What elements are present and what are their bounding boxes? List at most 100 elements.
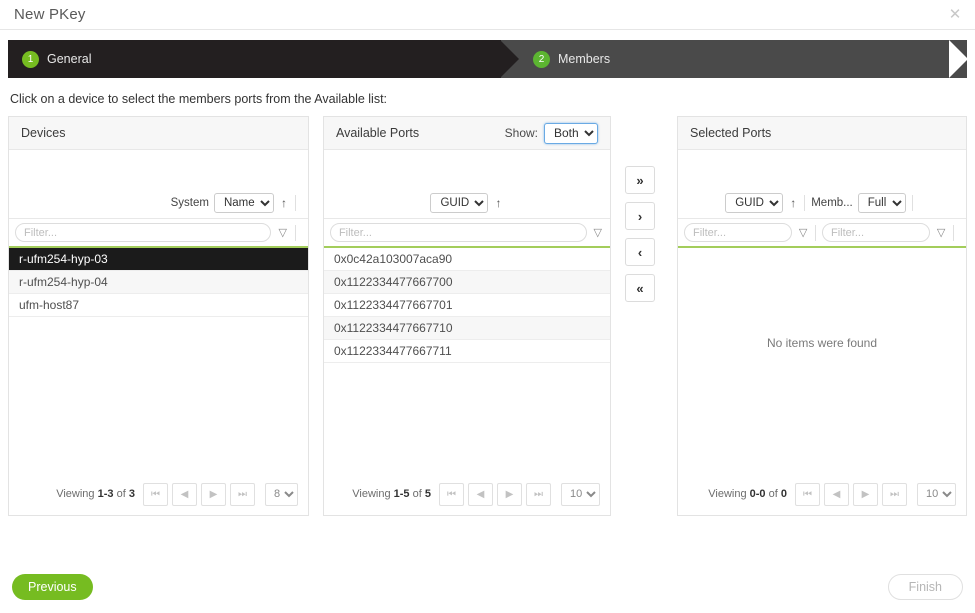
move-right-button[interactable]: › [625,202,655,230]
selected-sort-direction-icon[interactable]: ↑ [788,196,798,210]
available-panel-header: Available Ports Show: Both [324,117,610,150]
transfer-button-group: » › ‹ « [625,116,663,302]
funnel-icon[interactable]: ▽ [799,226,807,239]
transfer-panels: Devices System Name ↑ ▽ [0,116,975,516]
show-filter-select[interactable]: Both [544,123,598,144]
membership-column-label: Memb... [811,197,853,209]
close-icon[interactable]: ✕ [947,7,963,23]
available-viewing-text: Viewing 1-5 of 5 [352,488,431,500]
last-page-button[interactable]: ⏭ [882,483,907,506]
prev-page-button[interactable]: ◀ [172,483,197,506]
first-page-button[interactable]: ⏮ [795,483,820,506]
grid-top-spacer [678,150,966,192]
devices-panel-header: Devices [9,117,308,150]
selected-viewing-total: 0 [781,488,787,500]
devices-viewing-total: 3 [129,488,135,500]
move-all-left-button[interactable]: « [625,274,655,302]
column-divider [295,195,296,211]
table-row[interactable]: ufm-host87 [9,294,308,317]
devices-column-header: System Name ↑ [9,192,308,218]
grid-top-spacer [9,150,308,192]
previous-button[interactable]: Previous [12,574,93,600]
selected-pager: Viewing 0-0 of 0 ⏮ ◀ ▶ ⏭ 10 [678,473,966,515]
move-left-button[interactable]: ‹ [625,238,655,266]
page-title: New PKey [14,6,86,23]
selected-column-header: GUID ↑ Memb... Full [678,192,966,218]
devices-viewing-text: Viewing 1-3 of 3 [56,488,135,500]
first-page-button[interactable]: ⏮ [439,483,464,506]
move-all-right-button[interactable]: » [625,166,655,194]
selected-membership-filter-input[interactable] [822,223,930,242]
funnel-icon[interactable]: ▽ [278,226,286,239]
selected-grid: GUID ↑ Memb... Full ▽ [678,150,966,473]
instruction-text: Click on a device to select the members … [10,92,975,106]
wizard-steps: 1 General 2 Members [8,40,967,78]
devices-panel-title: Devices [21,126,65,140]
selected-guid-filter-input[interactable] [684,223,792,242]
available-column-header: GUID ↑ [324,192,610,218]
available-viewing-range: 1-5 [394,488,410,500]
table-row[interactable]: r-ufm254-hyp-04 [9,271,308,294]
available-row-list: 0x0c42a103007aca90 0x1122334477667700 0x… [324,248,610,473]
available-sort-select[interactable]: GUID [430,193,488,213]
selected-guid-sort-select[interactable]: GUID [725,193,783,213]
devices-panel: Devices System Name ↑ ▽ [8,116,309,516]
last-page-button[interactable]: ⏭ [526,483,551,506]
step-number-badge: 1 [22,51,39,68]
column-divider [815,225,816,241]
funnel-icon[interactable]: ▽ [594,226,602,239]
available-filter-input[interactable] [330,223,587,242]
table-row[interactable]: 0x1122334477667710 [324,317,610,340]
next-page-button[interactable]: ▶ [201,483,226,506]
dialog-titlebar: New PKey ✕ [0,0,975,30]
column-divider [912,195,913,211]
dialog-footer: Previous Finish [0,561,975,613]
wizard-step-label: Members [558,52,610,66]
membership-select[interactable]: Full [858,193,906,213]
table-row[interactable]: r-ufm254-hyp-03 [9,248,308,271]
next-page-button[interactable]: ▶ [853,483,878,506]
devices-column-label: System [171,197,209,209]
column-divider [295,225,296,241]
table-row[interactable]: 0x1122334477667701 [324,294,610,317]
prev-page-button[interactable]: ◀ [824,483,849,506]
available-sort-direction-icon[interactable]: ↑ [493,196,503,210]
available-panel-title: Available Ports [336,126,419,140]
devices-page-size-select[interactable]: 8 [265,483,298,506]
wizard-step-label: General [47,52,91,66]
available-page-size-select[interactable]: 10 [561,483,600,506]
selected-ports-panel: Selected Ports GUID ↑ Memb... Full [677,116,967,516]
table-row[interactable]: 0x1122334477667700 [324,271,610,294]
selected-page-size-select[interactable]: 10 [917,483,956,506]
available-filter-row: ▽ [324,218,610,246]
available-viewing-total: 5 [425,488,431,500]
devices-row-list: r-ufm254-hyp-03 r-ufm254-hyp-04 ufm-host… [9,248,308,473]
wizard-step-general[interactable]: 1 General [8,40,501,78]
selected-panel-title: Selected Ports [690,126,771,140]
available-ports-panel: Available Ports Show: Both GUID ↑ [323,116,611,516]
grid-top-spacer [324,150,610,192]
last-page-button[interactable]: ⏭ [230,483,255,506]
next-page-button[interactable]: ▶ [497,483,522,506]
devices-sort-direction-icon[interactable]: ↑ [279,196,289,210]
table-row[interactable]: 0x1122334477667711 [324,340,610,363]
devices-sort-select[interactable]: Name [214,193,274,213]
devices-grid: System Name ↑ ▽ r-ufm254-hyp-03 r-ufm25 [9,150,308,473]
devices-viewing-range: 1-3 [98,488,114,500]
wizard-step-members[interactable]: 2 Members [501,40,967,78]
selected-panel-header: Selected Ports [678,117,966,150]
column-divider [804,195,805,211]
funnel-icon[interactable]: ▽ [937,226,945,239]
prev-page-button[interactable]: ◀ [468,483,493,506]
finish-button[interactable]: Finish [888,574,963,600]
available-grid: GUID ↑ ▽ 0x0c42a103007aca90 0x1122334477… [324,150,610,473]
empty-state-message: No items were found [678,336,966,350]
first-page-button[interactable]: ⏮ [143,483,168,506]
table-row[interactable]: 0x0c42a103007aca90 [324,248,610,271]
selected-filter-row: ▽ ▽ [678,218,966,246]
selected-viewing-text: Viewing 0-0 of 0 [708,488,787,500]
show-filter-label: Show: [505,126,538,140]
devices-filter-input[interactable] [15,223,271,242]
selected-row-list: No items were found [678,248,966,473]
step-number-badge: 2 [533,51,550,68]
